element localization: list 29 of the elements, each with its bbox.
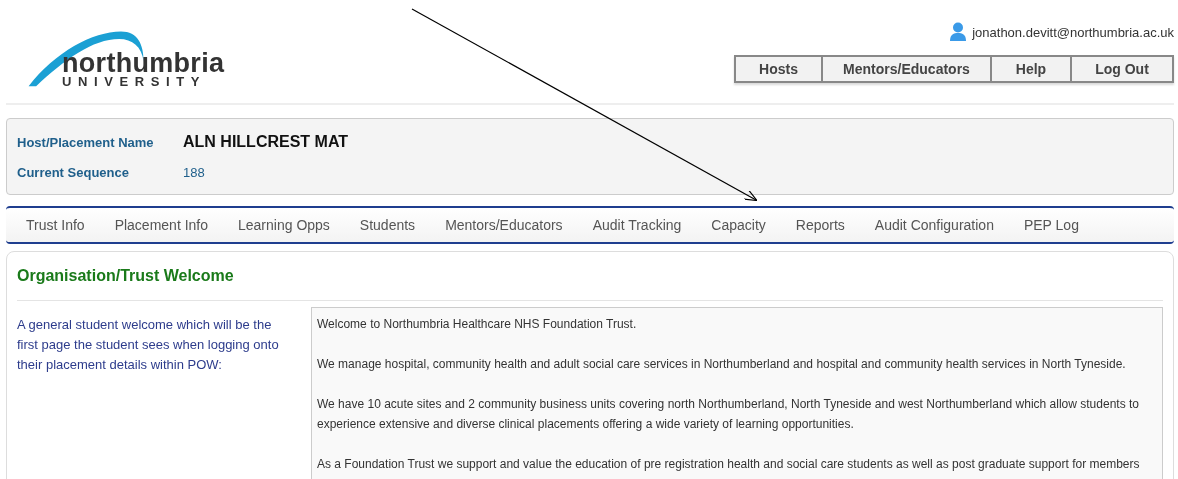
text-area[interactable] [311,307,1163,479]
user-icon [950,22,967,42]
tab[interactable]: Students [344,208,431,242]
field-label: Host/Placement Name [17,134,155,150]
tab[interactable]: PEP Log [1008,208,1094,242]
nav-button[interactable]: Help [991,55,1071,83]
tab[interactable]: Mentors/Educators [430,208,578,242]
tab[interactable]: Audit Configuration [859,208,1009,242]
paragraph-text: As a Foundation Trust we support and value the education of pre registration health and social care students as well as post graduate support for members [317,456,1141,473]
field-label: Current Sequence [17,164,130,180]
tab[interactable]: Reports [780,208,860,242]
nav-button[interactable]: Mentors/Educators [822,55,991,83]
user-email[interactable]: jonathon.devitt@northumbria.ac.uk [972,24,1174,40]
tab[interactable]: Audit Tracking [577,208,697,242]
nav-button[interactable]: Hosts [734,55,822,83]
tab[interactable]: Learning Opps [223,208,345,242]
description-text: A general student welcome which will be the first page the student sees when logging onto their placement details within POW: [17,316,280,374]
logo-name: northumbria [62,50,225,77]
tab[interactable]: Capacity [696,208,781,242]
tab[interactable]: Placement Info [99,208,223,242]
field-value: 188 [183,164,205,180]
logo-subtitle: UNIVERSITY [62,75,206,88]
paragraph-text: We manage hospital, community health and adult social care services in Northumberland and hospital and community health services in North Tyneside. [317,356,1127,373]
nav-button[interactable]: Log Out [1071,55,1174,83]
paragraph-text: Welcome to Northumbria Healthcare NHS Foundation Trust. [317,316,638,333]
section-title: Organisation/Trust Welcome [17,266,235,286]
field-value: ALN HILLCREST MAT [183,133,348,151]
tab[interactable]: Trust Info [11,208,100,242]
paragraph-text: We have 10 acute sites and 2 community business units covering north Northumberland, North Tyneside and west Northumberland which allow students to experience extensive and diverse clinical placements offering a wide variety of learning opportunities. [317,396,1140,433]
